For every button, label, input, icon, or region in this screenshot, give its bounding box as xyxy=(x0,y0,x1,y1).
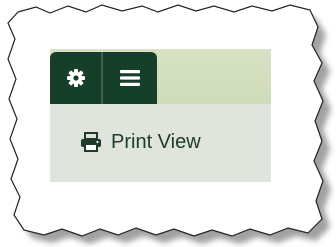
screenshot-stage: Print View xyxy=(0,0,336,247)
print-view-menu-item[interactable]: Print View xyxy=(80,128,201,156)
gear-icon xyxy=(66,69,85,87)
print-view-label: Print View xyxy=(111,131,201,153)
printer-icon xyxy=(80,131,104,153)
menu-button[interactable] xyxy=(103,52,157,104)
hamburger-menu-icon xyxy=(120,70,140,86)
settings-button[interactable] xyxy=(50,52,101,104)
